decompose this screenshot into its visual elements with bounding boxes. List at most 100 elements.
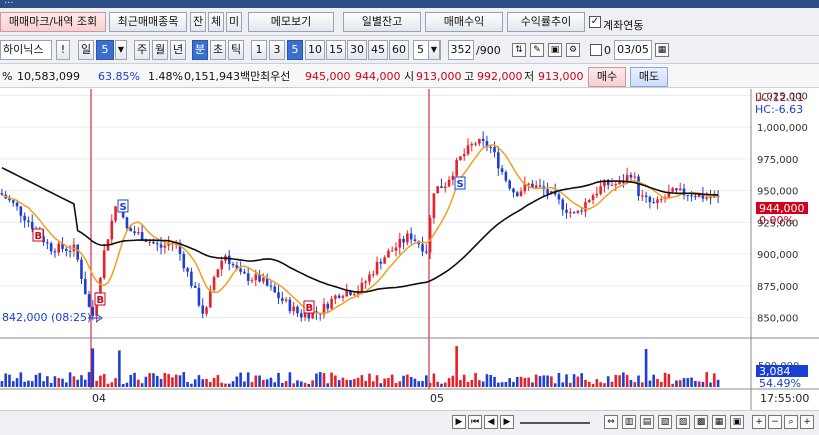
- volume-bar: [110, 382, 114, 387]
- candle-body: [296, 306, 299, 314]
- stock-name-field[interactable]: 하이닉스: [0, 40, 52, 60]
- trade-tab[interactable]: 체: [208, 12, 224, 32]
- bars7-icon[interactable]: ▣: [730, 415, 744, 429]
- zoom-slider[interactable]: [520, 422, 590, 424]
- volume-bar: [53, 376, 57, 387]
- account-link-checkbox[interactable]: ✓: [589, 16, 601, 28]
- next-icon[interactable]: ▶: [500, 415, 514, 429]
- interval-3-button[interactable]: 3: [269, 40, 285, 60]
- volume-bar: [330, 372, 333, 387]
- volume-bar: [322, 373, 326, 387]
- compress-icon[interactable]: ⇔: [604, 415, 618, 429]
- volume-bar: [470, 379, 474, 387]
- draw-tool-icon[interactable]: ✎: [530, 43, 544, 57]
- balance-tab[interactable]: 잔: [190, 12, 206, 32]
- interval-60-button[interactable]: 60: [389, 40, 409, 60]
- bars-icon[interactable]: ▥: [622, 415, 636, 429]
- play-icon[interactable]: ▶: [452, 415, 466, 429]
- volume-bar: [227, 383, 231, 387]
- price-chart[interactable]: BBSBS LC:12.11 HC:-6.63 944,000 0.00% 50…: [0, 89, 819, 411]
- date-checkbox[interactable]: [590, 44, 602, 56]
- buy-button[interactable]: 매수: [588, 67, 626, 87]
- daily-balance-button[interactable]: 일별잔고: [343, 12, 421, 32]
- volume-bar: [19, 372, 23, 387]
- bars6-icon[interactable]: ▦: [712, 415, 726, 429]
- interval-1-button[interactable]: 1: [251, 40, 267, 60]
- volume-bar: [451, 375, 455, 387]
- bars3-icon[interactable]: ▧: [658, 415, 672, 429]
- return-trend-button[interactable]: 수익률추이: [507, 12, 585, 32]
- candle-body: [587, 199, 591, 203]
- period-value-field[interactable]: 5: [96, 40, 114, 60]
- period-year-button[interactable]: 년: [170, 40, 186, 60]
- zoom-in-icon[interactable]: +: [752, 415, 766, 429]
- volume-bar: [538, 376, 542, 387]
- search-icon[interactable]: ⌕: [784, 415, 798, 429]
- candle-body: [129, 228, 133, 232]
- volume-bar: [599, 382, 602, 387]
- period-tick-button[interactable]: 틱: [228, 40, 244, 60]
- volume-bar: [292, 383, 295, 387]
- first-icon[interactable]: ⏮: [468, 415, 482, 429]
- prev-icon[interactable]: ◀: [484, 415, 498, 429]
- memo-button[interactable]: 메모보기: [248, 12, 334, 32]
- zoom-out-icon[interactable]: −: [768, 415, 782, 429]
- bars4-icon[interactable]: ▨: [676, 415, 690, 429]
- sell-button[interactable]: 매도: [630, 67, 668, 87]
- volume-bar: [250, 382, 254, 387]
- candle-body: [478, 138, 481, 144]
- candle-body: [500, 168, 504, 173]
- period-week-button[interactable]: 주: [134, 40, 150, 60]
- volume-bar: [57, 378, 61, 387]
- y-tick-label: 900,000: [757, 250, 798, 261]
- volume-bar: [625, 374, 629, 387]
- period-second-button[interactable]: 초: [210, 40, 226, 60]
- volume-bar: [569, 382, 572, 387]
- period-dropdown-icon[interactable]: ▼: [115, 40, 127, 60]
- range-input[interactable]: 352: [448, 40, 474, 60]
- bars5-icon[interactable]: ▩: [694, 415, 708, 429]
- gear-icon[interactable]: ⚙: [566, 43, 580, 57]
- volume-bar: [284, 381, 288, 387]
- volume-bar: [682, 378, 686, 387]
- volume-bar: [334, 375, 337, 387]
- volume-bar: [485, 374, 489, 387]
- trade-marker-label: B: [306, 303, 314, 314]
- volume-bar: [30, 381, 34, 387]
- interval-45-button[interactable]: 45: [368, 40, 388, 60]
- candle-body: [671, 188, 674, 192]
- interval-15-button[interactable]: 15: [326, 40, 346, 60]
- save-icon[interactable]: ▣: [548, 43, 562, 57]
- interval-10-button[interactable]: 10: [305, 40, 325, 60]
- recent-stocks-tab[interactable]: 최근매매종목: [109, 12, 187, 32]
- period-month-button[interactable]: 월: [152, 40, 168, 60]
- candle-body: [432, 193, 436, 219]
- candle-body: [159, 244, 163, 248]
- trade-mark-query-tab[interactable]: 매매마크/내역 조회: [0, 12, 106, 32]
- unsettled-tab[interactable]: 미: [226, 12, 242, 32]
- volume-bar: [675, 380, 678, 387]
- candle-body: [633, 176, 637, 178]
- date-input[interactable]: 03/05: [614, 40, 652, 60]
- interval-30-button[interactable]: 30: [347, 40, 367, 60]
- volume-bar: [523, 377, 527, 387]
- expand-icon[interactable]: +: [800, 415, 814, 429]
- calendar-icon[interactable]: ▦: [655, 43, 669, 57]
- candle-body: [68, 250, 72, 252]
- candle-body: [299, 313, 303, 318]
- volume-bar: [118, 350, 121, 387]
- quote-row: % 10,583,099 63.85% 1.48% 0,151,943백만 최우…: [0, 64, 819, 88]
- period-minute-button[interactable]: 분: [192, 40, 208, 60]
- candle-body: [110, 220, 114, 240]
- trade-profit-button[interactable]: 매매수익: [425, 12, 503, 32]
- volume-bar: [167, 374, 170, 387]
- interval-5-button[interactable]: 5: [287, 40, 303, 60]
- indicator-icon[interactable]: ⇅: [512, 43, 526, 57]
- bars2-icon[interactable]: ▤: [640, 415, 654, 429]
- trade-amount: 0,151,943백만: [184, 70, 261, 83]
- alert-button[interactable]: !: [56, 40, 70, 60]
- volume-bar: [129, 374, 133, 387]
- period-day-button[interactable]: 일: [78, 40, 94, 60]
- count-dropdown-icon[interactable]: ▼: [428, 40, 440, 60]
- pct-prefix: %: [2, 70, 13, 83]
